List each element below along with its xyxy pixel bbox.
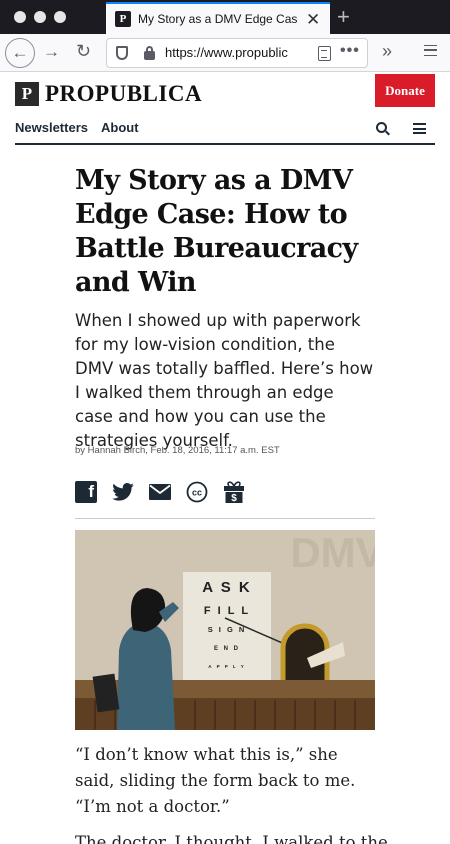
svg-text:cc: cc — [192, 488, 202, 498]
article-headline: My Story as a DMV Edge Case: How to Batt… — [75, 165, 358, 298]
lock-icon[interactable] — [144, 46, 155, 60]
donate-gift-icon[interactable]: $ — [223, 480, 245, 504]
dmv-sign-text: DMV — [290, 530, 375, 576]
close-window-button[interactable] — [14, 11, 26, 23]
toolbar-overflow-button[interactable]: » — [382, 41, 392, 62]
nav-about-link[interactable]: About — [101, 120, 139, 135]
header-divider — [15, 143, 435, 145]
logo-wordmark: PROPUBLICA — [45, 81, 203, 106]
article-byline: by Hannah Birch, Feb. 18, 2016, 11:17 a.… — [75, 445, 280, 456]
article-paragraph-1: “I don’t know what this is,” she said, s… — [75, 745, 356, 816]
active-tab[interactable]: P My Story as a DMV Edge Case: How to Ba… — [106, 2, 330, 34]
propublica-favicon-icon: P — [115, 11, 131, 27]
eye-chart-row-2: F I L L — [204, 605, 250, 617]
share-divider — [75, 518, 375, 519]
email-icon[interactable] — [149, 484, 171, 500]
eye-chart-row-5: A P P L Y — [208, 664, 246, 669]
twitter-icon[interactable] — [112, 483, 134, 501]
search-icon[interactable] — [376, 122, 387, 133]
hamburger-menu-icon[interactable] — [413, 123, 426, 134]
creative-commons-icon[interactable]: cc — [186, 481, 208, 503]
forward-button[interactable]: → — [43, 42, 60, 62]
browser-titlebar: P My Story as a DMV Edge Case: How to Ba… — [0, 0, 450, 34]
address-bar[interactable]: https://www.propublic ••• — [106, 38, 368, 68]
arrow-right-icon: → — [43, 42, 60, 61]
app-menu-icon[interactable] — [424, 45, 437, 56]
article-paragraph-2: The doctor, I thought. I walked to the — [75, 833, 388, 844]
page-actions-more-icon[interactable]: ••• — [340, 42, 360, 60]
logo-mark-icon: P — [15, 82, 39, 106]
facebook-icon[interactable]: f — [75, 481, 97, 503]
arrow-left-icon: ← — [11, 43, 29, 62]
minimize-window-button[interactable] — [34, 11, 46, 23]
browser-toolbar: ← → ↻ https://www.propublic ••• » — [0, 34, 450, 72]
propublica-logo[interactable]: P PROPUBLICA — [15, 82, 202, 106]
url-text[interactable]: https://www.propublic — [165, 45, 313, 60]
article-dek: When I showed up with paperwork for my l… — [75, 311, 374, 450]
back-button[interactable]: ← — [5, 38, 35, 68]
reader-view-icon[interactable] — [318, 46, 331, 61]
svg-text:$: $ — [231, 493, 237, 504]
eye-chart-row-4: E N D — [214, 646, 240, 652]
article-illustration: DMV A S K F I L L S I G N E N D A P P L … — [75, 530, 375, 730]
eye-chart-row-1: A S K — [202, 579, 251, 596]
nav-newsletters-link[interactable]: Newsletters — [15, 120, 88, 135]
zoom-window-button[interactable] — [54, 11, 66, 23]
share-toolbar: f cc $ — [75, 480, 260, 504]
reload-button[interactable]: ↻ — [76, 41, 91, 62]
tab-title: My Story as a DMV Edge Case: How to Batt… — [138, 12, 298, 26]
tracking-protection-shield-icon[interactable] — [116, 46, 128, 60]
donate-button[interactable]: Donate — [375, 74, 435, 107]
reload-icon: ↻ — [76, 41, 92, 61]
new-tab-button[interactable]: + — [337, 4, 350, 30]
site-nav: Newsletters About — [15, 120, 139, 135]
eye-chart-row-3: S I G N — [208, 625, 247, 634]
close-tab-icon[interactable]: ✕ — [306, 11, 320, 28]
